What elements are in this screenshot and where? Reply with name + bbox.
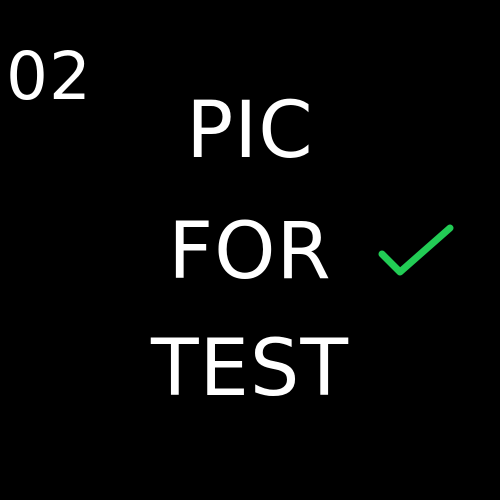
headline-line-1: PIC — [186, 86, 314, 176]
check-icon — [378, 224, 454, 276]
headline-line-3: TEST — [150, 324, 350, 414]
headline-line-2: FOR — [168, 207, 332, 297]
page-number: 02 — [6, 38, 92, 115]
test-image-canvas: 02 PIC FOR TEST — [0, 0, 500, 500]
